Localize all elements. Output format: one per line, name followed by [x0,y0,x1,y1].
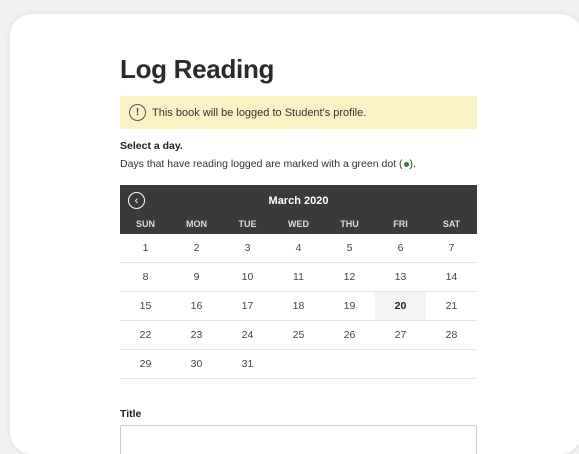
calendar-day[interactable]: 13 [375,263,426,291]
calendar-day[interactable]: 26 [324,321,375,349]
calendar-day[interactable]: 31 [222,350,273,378]
calendar-day[interactable]: 21 [426,292,477,320]
days-note-end: ). [409,158,416,170]
green-dot-icon [403,161,409,167]
calendar-month: March 2020 [268,195,329,207]
calendar-day[interactable]: 16 [171,292,222,320]
select-day-label: Select a day. [120,140,183,152]
calendar-day[interactable]: 12 [324,263,375,291]
title-input[interactable] [120,425,477,454]
calendar-week: 22 23 24 25 26 27 28 [120,321,477,350]
calendar-day[interactable]: 22 [120,321,171,349]
calendar-week: 8 9 10 11 12 13 14 [120,263,477,292]
weekday-label: THU [340,219,359,229]
calendar-day[interactable]: 4 [273,234,324,262]
calendar-day[interactable]: 14 [426,263,477,291]
weekday-label: TUE [238,219,257,229]
weekday-label: SAT [442,219,461,229]
calendar: ‹ March 2020 SUN MON TUE WED THU FRI SAT… [120,185,477,379]
calendar-week: 15 16 17 18 19 20 21 [120,292,477,321]
calendar-day[interactable]: 23 [171,321,222,349]
calendar-day[interactable]: 24 [222,321,273,349]
calendar-day[interactable]: 6 [375,234,426,262]
calendar-day[interactable]: 1 [120,234,171,262]
calendar-week: 1 2 3 4 5 6 7 [120,234,477,263]
notice-text: This book will be logged to Student's pr… [152,106,367,119]
title-label: Title [120,408,142,420]
calendar-day-empty [426,350,477,378]
weekday-label: WED [288,219,309,229]
calendar-day[interactable]: 15 [120,292,171,320]
weekday-label: FRI [393,219,408,229]
calendar-week: 29 30 31 [120,350,477,379]
calendar-day-empty [324,350,375,378]
calendar-day[interactable]: 28 [426,321,477,349]
info-notice: ! This book will be logged to Student's … [120,96,477,129]
calendar-day[interactable]: 3 [222,234,273,262]
calendar-day-empty [375,350,426,378]
days-note: Days that have reading logged are marked… [120,158,416,170]
calendar-day[interactable]: 17 [222,292,273,320]
calendar-day[interactable]: 7 [426,234,477,262]
weekday-label: MON [186,219,207,229]
calendar-day[interactable]: 29 [120,350,171,378]
calendar-day[interactable]: 18 [273,292,324,320]
info-icon: ! [129,104,146,121]
calendar-day[interactable]: 30 [171,350,222,378]
days-note-text: Days that have reading logged are marked… [120,158,403,170]
page-title: Log Reading [120,54,275,84]
calendar-day[interactable]: 25 [273,321,324,349]
calendar-day[interactable]: 10 [222,263,273,291]
calendar-header: ‹ March 2020 SUN MON TUE WED THU FRI SAT [120,185,477,234]
calendar-day[interactable]: 5 [324,234,375,262]
calendar-day-today[interactable]: 20 [375,292,426,320]
calendar-day[interactable]: 8 [120,263,171,291]
weekday-label: SUN [135,219,155,229]
calendar-day[interactable]: 11 [273,263,324,291]
calendar-day[interactable]: 27 [375,321,426,349]
calendar-day[interactable]: 19 [324,292,375,320]
calendar-day-empty [273,350,324,378]
weekday-row: SUN MON TUE WED THU FRI SAT [120,219,477,229]
calendar-day[interactable]: 2 [171,234,222,262]
calendar-day[interactable]: 9 [171,263,222,291]
log-reading-card: Log Reading ! This book will be logged t… [10,14,579,454]
